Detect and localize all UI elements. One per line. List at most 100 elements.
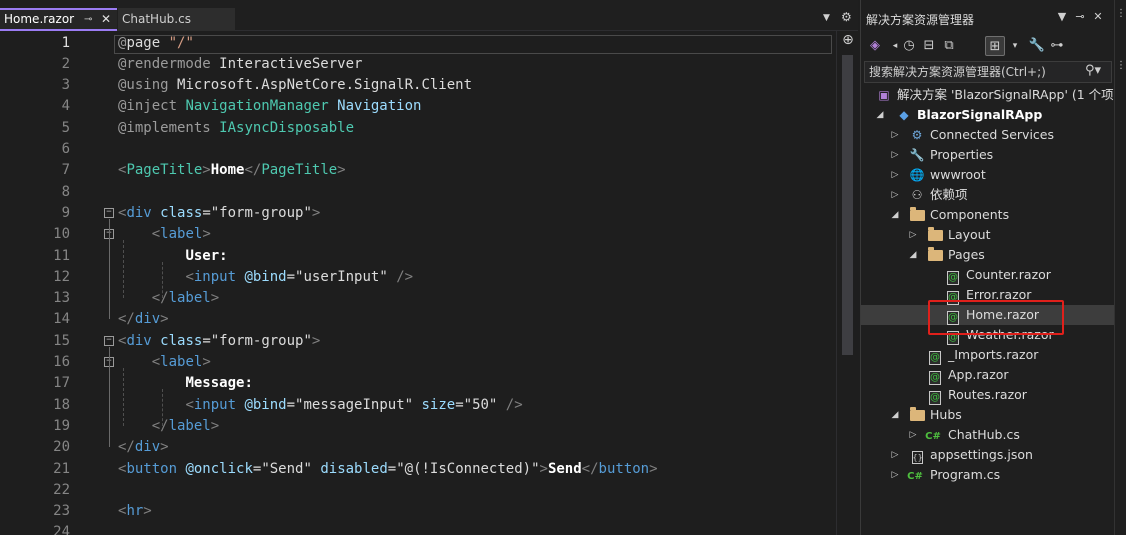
tree-node[interactable]: ▷ ⚙ Connected Services (861, 125, 1115, 145)
indent-guide (123, 240, 124, 299)
code-line[interactable]: 1 @page "/" (0, 33, 836, 54)
code-line[interactable]: 4 @inject NavigationManager Navigation (0, 96, 836, 117)
expand-arrow-icon[interactable]: ▷ (889, 145, 901, 165)
expand-arrow-icon[interactable]: ▷ (889, 165, 901, 185)
line-number: 4 (61, 98, 70, 115)
dropdown-icon[interactable]: ▼ (1053, 10, 1071, 23)
properties-wrench-icon[interactable]: 🔧 (1027, 36, 1047, 56)
expand-arrow-icon[interactable]: ▷ (889, 125, 901, 145)
pin-icon[interactable]: ⊸ (1071, 10, 1089, 23)
tree-node[interactable]: ◢ Pages (861, 245, 1115, 265)
code-text: Message: (185, 375, 253, 392)
expand-arrow-icon[interactable]: ▷ (889, 185, 901, 205)
tree-node[interactable]: @ Routes.razor (861, 385, 1115, 405)
line-number: 5 (61, 119, 70, 136)
code-line[interactable]: 10− <label> (0, 224, 836, 245)
split-window-icon[interactable]: ⊕ (840, 33, 856, 49)
code-line[interactable]: 11 User: (0, 246, 836, 267)
switch-views-icon[interactable]: ◈ (865, 36, 885, 56)
collapse-arrow-icon[interactable]: ◢ (874, 105, 886, 125)
tree-node[interactable]: @ App.razor (861, 365, 1115, 385)
code-line[interactable]: 21 <button @onclick="Send" disabled="@(!I… (0, 459, 836, 480)
side-tab-icon[interactable]: ⋮ (1116, 60, 1126, 71)
expand-arrow-icon[interactable]: ▷ (889, 465, 901, 485)
tree-node-label: Components (930, 207, 1010, 222)
collapse-arrow-icon[interactable]: ◢ (889, 405, 901, 425)
gear-icon[interactable]: ⚙ (841, 10, 852, 24)
code-line[interactable]: 12 <input @bind="userInput" /> (0, 267, 836, 288)
tab-label: Home.razor (4, 12, 75, 26)
tree-node[interactable]: ▷ C# Program.cs (861, 465, 1115, 485)
tree-node[interactable]: ▷ ⚇ 依赖项 (861, 185, 1115, 205)
code-line[interactable]: 15 − <div class="form-group"> (0, 331, 836, 352)
tree-node[interactable]: ▷ C# ChatHub.cs (861, 425, 1115, 445)
tab-home-razor[interactable]: Home.razor ⊸ ✕ (0, 8, 117, 31)
tree-node[interactable]: ◢ Components (861, 205, 1115, 225)
expand-arrow-icon[interactable]: ▷ (889, 445, 901, 465)
indent-guide (123, 368, 124, 426)
search-icon[interactable]: ⚲▾ (1085, 63, 1101, 78)
code-line[interactable]: 2 @rendermode InteractiveServer (0, 54, 836, 75)
code-line[interactable]: 6 (0, 139, 836, 160)
tab-dropdown-icon[interactable]: ▼ (823, 13, 830, 23)
tree-node-label: Routes.razor (948, 387, 1027, 402)
tree-node[interactable]: ◢ ◆ BlazorSignalRApp (861, 105, 1115, 125)
code-line[interactable]: 3 @using Microsoft.AspNetCore.SignalR.Cli… (0, 75, 836, 96)
folder-icon (909, 407, 925, 423)
code-line[interactable]: 5 @implements IAsyncDisposable (0, 118, 836, 139)
tree-node[interactable]: ▷ Layout (861, 225, 1115, 245)
tree-node[interactable]: @ Weather.razor (861, 325, 1115, 345)
tree-node[interactable]: @ Counter.razor (861, 265, 1115, 285)
collapse-all-icon[interactable]: ⊟ (919, 36, 939, 56)
vertical-scrollbar[interactable]: ⊕ (836, 31, 858, 535)
collapse-region-icon[interactable]: − (104, 335, 114, 346)
code-line[interactable]: 8 (0, 182, 836, 203)
code-text: <div class="form-group"> (118, 332, 321, 349)
code-line[interactable]: 19 </label> (0, 416, 836, 437)
code-line[interactable]: 9 − <div class="form-group"> (0, 203, 836, 224)
scrollbar-thumb[interactable] (842, 55, 853, 355)
preview-icon[interactable]: ⊶ (1047, 36, 1067, 56)
show-all-files-icon[interactable]: ⧉ (939, 36, 959, 56)
code-line[interactable]: 14 </div> (0, 309, 836, 330)
close-icon[interactable]: ✕ (101, 10, 111, 29)
code-line[interactable]: 13 </label> (0, 288, 836, 309)
tree-node[interactable]: @ Error.razor (861, 285, 1115, 305)
tree-node-label: appsettings.json (930, 447, 1033, 462)
side-tab-icon[interactable]: ⋮ (1116, 8, 1126, 19)
code-line[interactable]: 17 Message: (0, 373, 836, 394)
code-line[interactable]: 22 (0, 480, 836, 501)
tree-node-label: 依赖项 (930, 187, 968, 202)
close-icon[interactable]: ✕ (1089, 10, 1107, 23)
expand-arrow-icon[interactable]: ▷ (907, 425, 919, 445)
line-number: 20 (53, 439, 70, 456)
explorer-search-box[interactable]: ⚲▾ (864, 61, 1112, 83)
collapse-arrow-icon[interactable]: ◢ (889, 205, 901, 225)
code-line[interactable]: 23 <hr> (0, 501, 836, 522)
code-line[interactable]: 16− <label> (0, 352, 836, 373)
csharp-file-icon: C# (907, 471, 923, 482)
pin-icon[interactable]: ⊸ (84, 10, 92, 29)
code-text-area[interactable]: 1 @page "/" 2 @rendermode InteractiveServer… (0, 31, 836, 535)
tree-node[interactable]: ▷ {} appsettings.json (861, 445, 1115, 465)
code-text: @inject NavigationManager Navigation (118, 98, 422, 115)
tree-node[interactable]: ▷ 🌐 wwwroot (861, 165, 1115, 185)
tree-node[interactable]: ◢ Hubs (861, 405, 1115, 425)
tree-node[interactable]: ▣ 解决方案 'BlazorSignalRApp' (1 个项目 (861, 85, 1115, 105)
code-line[interactable]: 18 <input @bind="messageInput" size="50"… (0, 395, 836, 416)
history-icon[interactable]: ◷ (899, 36, 919, 56)
tree-node[interactable]: @ _Imports.razor (861, 345, 1115, 365)
code-line[interactable]: 20 </div> (0, 437, 836, 458)
sync-active-document-icon[interactable]: ⊞ (985, 36, 1005, 56)
search-input[interactable] (865, 62, 1080, 82)
dropdown-icon[interactable]: ▾ (1005, 36, 1025, 56)
tree-node[interactable]: @ Home.razor (861, 305, 1115, 325)
code-line[interactable]: 7 <PageTitle>Home</PageTitle> (0, 160, 836, 181)
tab-chathub-cs[interactable]: ChatHub.cs (118, 8, 235, 31)
collapse-arrow-icon[interactable]: ◢ (907, 245, 919, 265)
code-text: <hr> (118, 503, 152, 520)
collapse-region-icon[interactable]: − (104, 207, 114, 218)
code-line[interactable]: 24 (0, 522, 836, 535)
expand-arrow-icon[interactable]: ▷ (907, 225, 919, 245)
tree-node[interactable]: ▷ 🔧 Properties (861, 145, 1115, 165)
